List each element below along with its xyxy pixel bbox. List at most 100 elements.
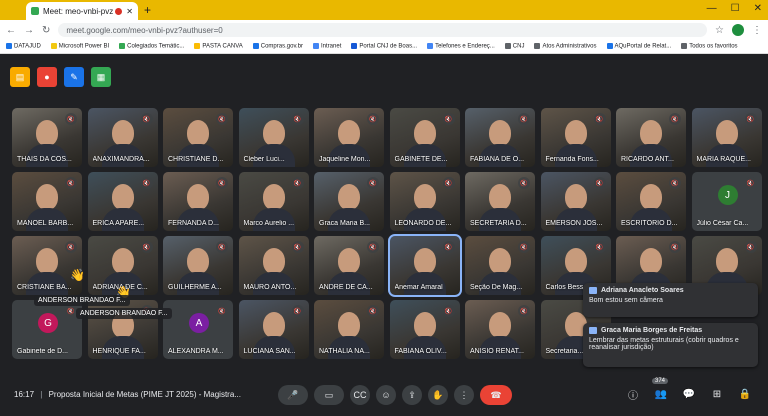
emoji-button[interactable]: ☺ <box>376 385 396 405</box>
raise-hand-button[interactable]: ✋ <box>428 385 448 405</box>
bookmark-item[interactable]: DATAJUD <box>6 43 41 50</box>
bookmark-favicon-icon <box>119 43 126 50</box>
bookmark-item[interactable]: Portal CNJ de Boas... <box>351 43 417 50</box>
participant-tile[interactable]: 🔇 FABIANA DE O... <box>465 108 535 167</box>
participant-tile[interactable]: 🔇 CHRISTIANE D... <box>163 108 233 167</box>
participant-video <box>489 184 511 210</box>
back-icon[interactable]: ← <box>6 25 16 36</box>
participant-tile[interactable]: 🔇 FABIANA OLIV... <box>389 300 460 359</box>
people-button[interactable]: 👥 374 <box>652 378 670 403</box>
bookmark-item[interactable]: CNJ <box>504 43 524 50</box>
participant-tile[interactable]: 🔇 FERNANDA D... <box>163 172 233 231</box>
chat-notification[interactable]: Adriana Anacleto Soares Bom estou sem câ… <box>583 283 758 317</box>
browser-menu-icon[interactable]: ⋮ <box>752 25 762 36</box>
participant-name: Fernanda Fons... <box>545 156 599 163</box>
participant-tile[interactable]: 🔇 SECRETARIA D... <box>465 172 535 231</box>
participant-name: FABIANA DE O... <box>470 156 525 163</box>
mic-muted-icon: 🔇 <box>367 113 379 125</box>
participant-tile[interactable]: 🔇 ANAXIMANDRA... <box>87 108 158 167</box>
mic-muted-icon: 🔇 <box>744 113 757 125</box>
participant-tile[interactable]: 🔇 MAURO ANTO... <box>238 236 309 295</box>
participant-name: GABINETE DE... <box>394 156 448 163</box>
leave-call-button[interactable]: ☎ <box>480 385 512 405</box>
chat-notification[interactable]: Graca Maria Borges de Freitas Lembrar da… <box>583 323 758 367</box>
reload-icon[interactable]: ↻ <box>42 25 50 36</box>
participant-name: CRISTIANE BA... <box>17 284 72 291</box>
notes-icon[interactable]: ▤ <box>10 67 30 87</box>
participant-tile[interactable]: 🔇 Marco Aurelio ... <box>238 172 309 231</box>
minimize-icon[interactable]: — <box>707 3 717 14</box>
participant-tile[interactable]: J 🔇 Júlio César Ca... <box>691 172 762 231</box>
info-button[interactable]: ⓘ <box>624 385 642 403</box>
bookmark-item[interactable]: AQuPortal de Relat... <box>606 43 671 50</box>
more-options-button[interactable]: ⋮ <box>454 385 474 405</box>
participant-tile[interactable]: 🔇 Anemar Amaral <box>387 234 462 297</box>
participant-tile[interactable]: 🔇 THAIS DA COS... <box>12 108 82 167</box>
participant-tile[interactable]: 🔇 Cleber Luci... <box>238 108 309 167</box>
chat-button[interactable]: 💬 <box>680 385 698 403</box>
participant-tile[interactable]: G 🔇 Gabinete de D... <box>12 300 82 359</box>
mic-muted-icon: 🔇 <box>216 305 228 317</box>
mic-muted-icon: 🔇 <box>216 177 228 189</box>
address-bar[interactable]: meet.google.com/meo-vnbi-pvz?authuser=0 <box>58 23 708 37</box>
participant-tile[interactable]: 🔇 CRISTIANE BA... <box>12 236 82 295</box>
participant-tile[interactable]: 🔇 ANISIO RENAT... <box>465 300 535 359</box>
participant-tile[interactable]: 🔇 ANDRE DE CA... <box>314 236 384 295</box>
bookmark-item[interactable]: Atos Administrativos <box>534 43 597 50</box>
bookmark-label: Atos Administrativos <box>542 43 597 50</box>
mic-button[interactable]: 🎤 <box>278 385 308 405</box>
participant-tile[interactable]: 🔇 LEONARDO DE... <box>389 172 460 231</box>
bookmark-item[interactable]: Telefones e Endereç... <box>427 43 495 50</box>
participant-video <box>413 184 436 210</box>
participant-tile[interactable]: 🔇 MANOEL BARB... <box>12 172 82 231</box>
docs-icon[interactable]: ✎ <box>64 67 84 87</box>
bookmark-label: Telefones e Endereç... <box>435 43 495 50</box>
participant-tile[interactable]: 🔇 GUILHERME A... <box>163 236 233 295</box>
camera-button[interactable]: ▭ <box>314 385 344 405</box>
bookmark-item[interactable]: PASTA CANVA <box>194 43 243 50</box>
participant-name: ERICA APARE... <box>92 220 145 227</box>
participant-tile[interactable]: 🔇 Fernanda Fons... <box>540 108 611 167</box>
participant-name: Seção De Mag... <box>470 284 523 291</box>
close-tab-icon[interactable]: ✕ <box>126 7 133 16</box>
participant-tile[interactable]: 🔇 ESCRITÓRIO D... <box>616 172 686 231</box>
chat-bubble-icon <box>589 327 597 334</box>
participant-tile[interactable]: 🔇 LUCIANA SAN... <box>238 300 309 359</box>
participant-tile[interactable]: 🔇 GABINETE DE... <box>389 108 460 167</box>
new-tab-button[interactable]: + <box>144 3 151 17</box>
participant-name: Anemar Amaral <box>394 284 443 291</box>
bookmark-item[interactable]: Compras.gov.br <box>252 43 303 50</box>
participant-video <box>36 248 58 274</box>
participant-tile[interactable]: 🔇 Graca Maria B... <box>314 172 384 231</box>
participant-tile[interactable]: 🔇 ERICA APARE... <box>87 172 158 231</box>
participant-name: FABIANA OLIV... <box>394 348 447 355</box>
profile-avatar[interactable] <box>732 24 744 36</box>
sheets-icon[interactable]: ▦ <box>91 67 111 87</box>
participant-tile[interactable]: 🔇 Jaqueline Mon... <box>314 108 384 167</box>
bookmark-item[interactable]: Microsoft Power BI <box>50 43 109 50</box>
activities-button[interactable]: ⊞ <box>708 385 726 403</box>
participant-tile[interactable]: 🔇 NATHALIA NA... <box>314 300 384 359</box>
participant-tile[interactable]: 🔇 Seção De Mag... <box>465 236 535 295</box>
bookmark-item[interactable]: Todos os favoritos <box>681 43 738 50</box>
mic-muted-icon: 🔇 <box>744 241 757 253</box>
meeting-title: Proposta Inicial de Metas (PIME JT 2025)… <box>48 390 241 399</box>
forward-icon[interactable]: → <box>24 25 34 36</box>
bookmark-item[interactable]: Intranet <box>313 43 341 50</box>
participant-tile[interactable]: 🔇 MARIA RAQUE... <box>691 108 762 167</box>
record-icon[interactable]: ● <box>37 67 57 87</box>
browser-tab[interactable]: Meet: meo-vnbi-pvz ✕ <box>26 2 138 20</box>
participant-tile[interactable]: A 🔇 ALEXANDRA M... <box>163 300 233 359</box>
maximize-icon[interactable]: ☐ <box>731 3 740 14</box>
participant-video <box>262 312 285 338</box>
participant-tile[interactable]: 🔇 RICARDO ANT... <box>616 108 686 167</box>
host-controls-button[interactable]: 🔒 <box>736 385 754 403</box>
bookmark-item[interactable]: Colegiados Temátic... <box>119 43 184 50</box>
captions-button[interactable]: CC <box>350 385 370 405</box>
bookmark-label: Todos os favoritos <box>689 43 738 50</box>
close-window-icon[interactable]: ✕ <box>754 3 762 14</box>
present-button[interactable]: ⇪ <box>402 385 422 405</box>
bookmark-star-icon[interactable]: ☆ <box>715 25 724 36</box>
participant-video <box>489 312 511 338</box>
participant-tile[interactable]: 🔇 EMERSON JOS... <box>540 172 611 231</box>
